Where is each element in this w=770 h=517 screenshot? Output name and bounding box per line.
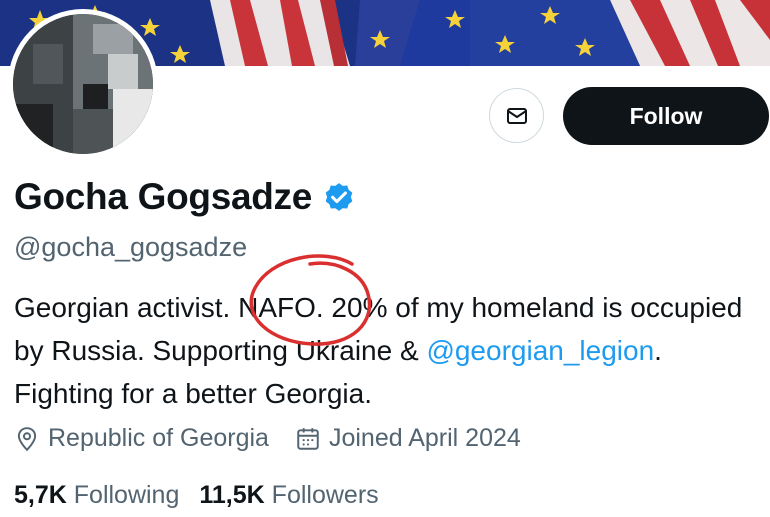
followers-link[interactable]: 11,5K Followers: [199, 481, 378, 510]
calendar-icon: [297, 427, 319, 450]
message-button[interactable]: [489, 88, 544, 143]
followers-count: 11,5K: [199, 481, 265, 509]
profile-avatar[interactable]: [13, 14, 153, 154]
follow-stats: 5,7K Following 11,5K Followers: [14, 481, 399, 510]
profile-meta: Republic of Georgia Joined April 2024: [14, 424, 547, 453]
followers-label: Followers: [271, 481, 379, 509]
bio-mention-link[interactable]: @georgian_legion: [426, 335, 654, 366]
display-name: Gocha Gogsadze: [14, 176, 313, 217]
following-link[interactable]: 5,7K Following: [14, 481, 179, 510]
profile-handle: @gocha_gogsadze: [14, 232, 248, 262]
location-item: Republic of Georgia: [14, 424, 269, 453]
profile-bio: Georgian activist. NAFO. 20% of my homel…: [14, 286, 754, 415]
follow-button[interactable]: Follow: [563, 87, 769, 145]
location-pin-icon: [17, 426, 37, 451]
name-row: Gocha Gogsadze: [14, 176, 356, 218]
envelope-icon: [506, 107, 527, 124]
verified-badge-icon[interactable]: [322, 181, 356, 215]
following-count: 5,7K: [14, 481, 67, 509]
avatar-image: [13, 14, 153, 154]
joined-item: Joined April 2024: [295, 424, 521, 453]
following-label: Following: [73, 481, 180, 509]
location-text: Republic of Georgia: [48, 424, 269, 452]
joined-text: Joined April 2024: [328, 424, 521, 452]
